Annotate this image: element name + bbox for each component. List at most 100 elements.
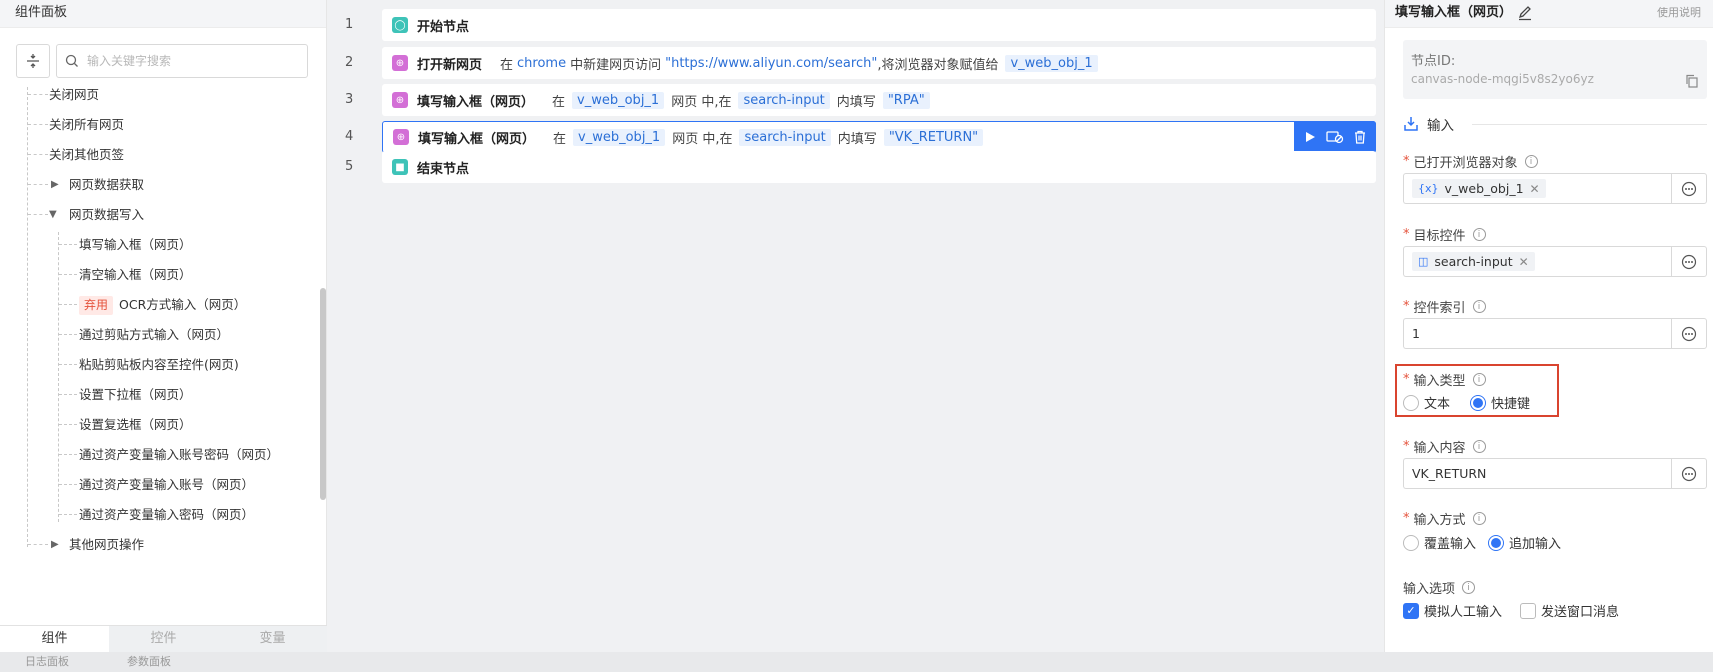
more-button[interactable] <box>1671 458 1707 489</box>
search-icon <box>65 54 78 67</box>
node-id-box: 节点ID: canvas-node-mqgi5v8s2yo6yz <box>1403 40 1707 99</box>
radio-shortcut[interactable]: 快捷键 <box>1470 393 1530 412</box>
radio-overwrite[interactable]: 覆盖输入 <box>1403 533 1476 552</box>
more-icon <box>1681 466 1697 481</box>
flow-node-end[interactable]: ■ 结束节点 <box>382 151 1376 183</box>
properties-header: 填写输入框（网页） 使用说明 <box>1385 0 1713 28</box>
tab-controls[interactable]: 控件 <box>109 626 218 652</box>
info-icon[interactable]: i <box>1472 440 1486 453</box>
tree-item-asset-account[interactable]: 通过资产变量输入账号（网页） <box>0 468 316 501</box>
edit-icon[interactable] <box>1517 5 1533 25</box>
control-tag: search-input <box>739 128 831 146</box>
info-icon[interactable]: i <box>1524 155 1538 168</box>
tree-group-web-data-write[interactable]: ▼ 网页数据写入 <box>0 198 316 231</box>
disable-icon[interactable] <box>1325 127 1345 147</box>
flow-node-fill-input-vk-return[interactable]: ⊕ 填写输入框（网页） 在 v_web_obj_1 网页 中,在 search-… <box>382 121 1376 153</box>
search-row <box>16 44 308 78</box>
flow-row: 1 ◯ 开始节点 <box>327 9 1384 41</box>
left-bottom-tabs: 组件 控件 变量 <box>0 625 327 652</box>
target-field: ◫ search-input ✕ <box>1403 246 1707 277</box>
checkbox-simulate[interactable]: ✓ 模拟人工输入 <box>1403 601 1502 620</box>
flow-canvas: 1 ◯ 开始节点 2 ⊕ 打开新网页 在 chrome 中新建网页访问 "htt… <box>327 0 1384 652</box>
tree-group-other-web-ops[interactable]: ▶ 其他网页操作 <box>0 528 316 561</box>
tree-scrollbar[interactable] <box>320 288 326 500</box>
search-input[interactable] <box>87 54 307 68</box>
content-field: VK_RETURN <box>1403 458 1707 489</box>
index-field: 1 <box>1403 318 1707 349</box>
run-icon[interactable] <box>1300 127 1320 147</box>
flow-row: 3 ⊕ 填写输入框（网页） 在 v_web_obj_1 网页 中,在 searc… <box>327 84 1384 116</box>
target-label: * 目标控件 i <box>1403 225 1486 244</box>
more-button[interactable] <box>1671 318 1707 349</box>
section-input: 输入 <box>1403 113 1707 135</box>
tab-variables[interactable]: 变量 <box>218 626 327 652</box>
more-button[interactable] <box>1671 173 1707 204</box>
radio-text[interactable]: 文本 <box>1403 393 1450 412</box>
log-panel-tab[interactable]: 日志面板 <box>25 652 69 672</box>
remove-icon[interactable]: ✕ <box>1530 182 1540 196</box>
tree-item-close-all-pages[interactable]: 关闭所有网页 <box>0 108 316 141</box>
browser-obj-field: {x} v_web_obj_1 ✕ <box>1403 173 1707 204</box>
flow-row: 4 ⊕ 填写输入框（网页） 在 v_web_obj_1 网页 中,在 searc… <box>327 121 1384 153</box>
web-node-icon: ⊕ <box>393 129 409 145</box>
info-icon[interactable]: i <box>1472 373 1486 386</box>
info-icon[interactable]: i <box>1472 228 1486 241</box>
row-number: 2 <box>345 55 354 70</box>
tree-item-set-checkbox[interactable]: 设置复选框（网页） <box>0 408 316 441</box>
info-icon[interactable]: i <box>1462 581 1476 594</box>
options-label: 输入选项 i <box>1403 578 1476 597</box>
content-input[interactable]: VK_RETURN <box>1403 458 1671 489</box>
component-panel: 组件面板 关闭网页 关闭所有网页 关闭其他页签 ▶ 网页数据获取 <box>0 0 327 652</box>
param-panel-tab[interactable]: 参数面板 <box>127 652 171 672</box>
tab-components[interactable]: 组件 <box>0 626 109 652</box>
tree-item-paste-clipboard[interactable]: 粘贴剪贴板内容至控件(网页) <box>0 348 316 381</box>
control-chip: ◫ search-input ✕ <box>1412 252 1535 271</box>
flow-node-fill-input-rpa[interactable]: ⊕ 填写输入框（网页） 在 v_web_obj_1 网页 中,在 search-… <box>382 84 1376 116</box>
flow-node-start[interactable]: ◯ 开始节点 <box>382 9 1376 41</box>
row-number: 1 <box>345 17 354 32</box>
checkbox-send-msg[interactable]: 发送窗口消息 <box>1520 601 1619 620</box>
variable-chip: {x} v_web_obj_1 ✕ <box>1412 179 1546 198</box>
collapse-icon <box>27 54 39 68</box>
component-tree: 关闭网页 关闭所有网页 关闭其他页签 ▶ 网页数据获取 ▼ 网页数据写入 填写输… <box>0 87 316 607</box>
collapse-all-button[interactable] <box>16 44 50 78</box>
method-label: * 输入方式 i <box>1403 509 1486 528</box>
search-box <box>56 44 308 78</box>
flow-row: 2 ⊕ 打开新网页 在 chrome 中新建网页访问 "https://www.… <box>327 47 1384 79</box>
help-link[interactable]: 使用说明 <box>1657 0 1701 26</box>
info-icon[interactable]: i <box>1472 300 1486 313</box>
tree-item-ocr-input[interactable]: 弃用 OCR方式输入（网页） <box>0 288 316 321</box>
deprecated-badge: 弃用 <box>79 296 114 315</box>
status-bar: 日志面板 参数面板 <box>0 652 1713 672</box>
browser-obj-label: * 已打开浏览器对象 i <box>1403 152 1538 171</box>
value-tag: "RPA" <box>882 91 930 109</box>
tree-group-web-data-get[interactable]: ▶ 网页数据获取 <box>0 168 316 201</box>
radio-append[interactable]: 追加输入 <box>1488 533 1561 552</box>
input-type-label: * 输入类型 i <box>1403 370 1486 389</box>
var-tag: v_web_obj_1 <box>572 91 665 109</box>
target-input[interactable]: ◫ search-input ✕ <box>1403 246 1671 277</box>
more-button[interactable] <box>1671 246 1707 277</box>
flow-node-open-page[interactable]: ⊕ 打开新网页 在 chrome 中新建网页访问 "https://www.al… <box>382 47 1376 79</box>
copy-icon[interactable] <box>1685 74 1699 92</box>
index-input[interactable]: 1 <box>1403 318 1671 349</box>
tree-item-asset-password[interactable]: 通过资产变量输入密码（网页） <box>0 498 316 531</box>
start-node-icon: ◯ <box>392 17 408 33</box>
remove-icon[interactable]: ✕ <box>1519 255 1529 269</box>
tree-item-fill-input[interactable]: 填写输入框（网页） <box>0 228 316 261</box>
tree-item-clear-input[interactable]: 清空输入框（网页） <box>0 258 316 291</box>
node-id-value: canvas-node-mqgi5v8s2yo6yz <box>1411 72 1594 86</box>
row-number: 3 <box>345 92 354 107</box>
tree-item-set-dropdown[interactable]: 设置下拉框（网页） <box>0 378 316 411</box>
delete-icon[interactable] <box>1350 127 1370 147</box>
info-icon[interactable]: i <box>1472 512 1486 525</box>
var-tag: v_web_obj_1 <box>1005 54 1098 72</box>
control-icon: ◫ <box>1418 255 1429 268</box>
tree-item-clipboard-input[interactable]: 通过剪贴方式输入（网页） <box>0 318 316 351</box>
tree-item-close-other-tabs[interactable]: 关闭其他页签 <box>0 138 316 171</box>
browser-obj-input[interactable]: {x} v_web_obj_1 ✕ <box>1403 173 1671 204</box>
tree-item-asset-account-password[interactable]: 通过资产变量输入账号密码（网页） <box>0 438 316 471</box>
row-number: 5 <box>345 159 354 174</box>
properties-title: 填写输入框（网页） <box>1395 5 1513 20</box>
caret-right-icon: ▶ <box>51 539 59 550</box>
